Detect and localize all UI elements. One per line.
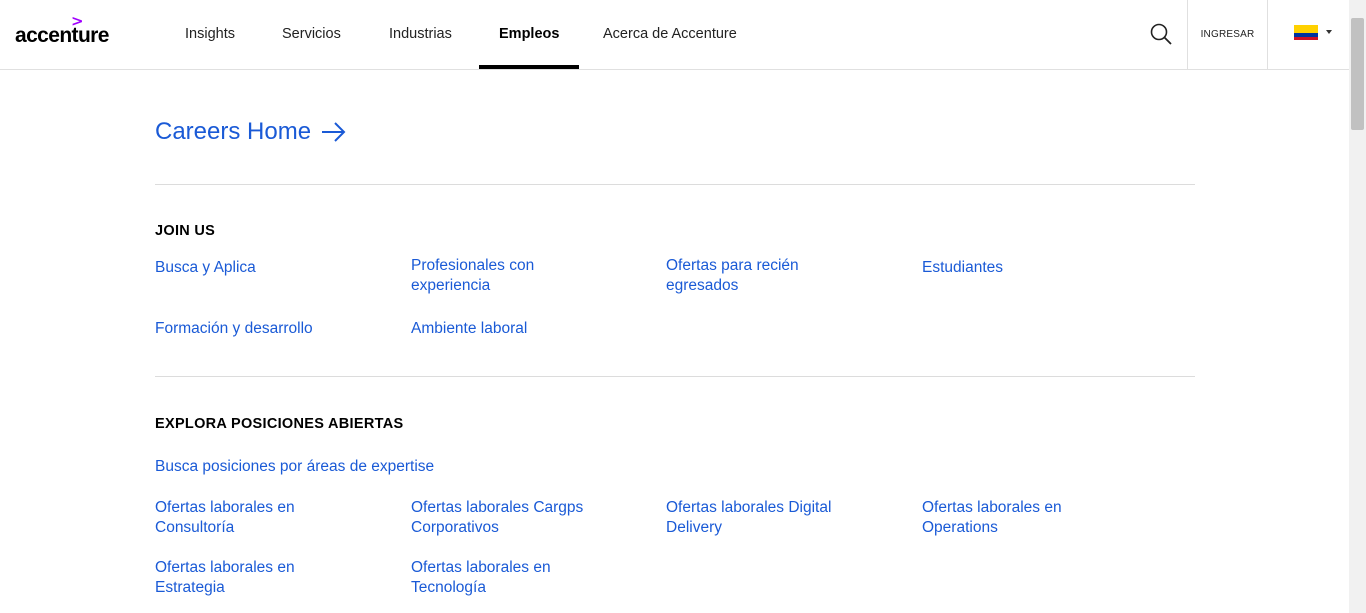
link-ofertas-tecnologia[interactable]: Ofertas laborales en Tecnología bbox=[411, 558, 611, 598]
careers-home-link[interactable]: Careers Home bbox=[155, 118, 347, 146]
link-formacion-y-desarrollo[interactable]: Formación y desarrollo bbox=[155, 319, 355, 339]
link-ofertas-digital-delivery[interactable]: Ofertas laborales Digital Delivery bbox=[666, 498, 866, 538]
link-ofertas-estrategia[interactable]: Ofertas laborales en Estrategia bbox=[155, 558, 355, 598]
link-ambiente-laboral[interactable]: Ambiente laboral bbox=[411, 319, 611, 339]
explora-posiciones-heading: EXPLORA POSICIONES ABIERTAS bbox=[155, 416, 404, 432]
link-ofertas-operations[interactable]: Ofertas laborales en Operations bbox=[922, 498, 1122, 538]
signin-button[interactable]: INGRESAR bbox=[1188, 0, 1267, 69]
careers-home-label: Careers Home bbox=[155, 118, 312, 145]
scrollbar-thumb[interactable] bbox=[1351, 18, 1364, 130]
join-us-heading: JOIN US bbox=[155, 223, 216, 239]
link-ofertas-recien-egresados[interactable]: Ofertas para recién egresados bbox=[666, 256, 866, 296]
arrow-right-icon bbox=[322, 122, 346, 142]
nav-acerca-de-accenture[interactable]: Acerca de Accenture bbox=[603, 0, 737, 69]
nav-servicios[interactable]: Servicios bbox=[282, 0, 341, 69]
active-nav-underline bbox=[479, 65, 579, 69]
colombia-flag-icon[interactable] bbox=[1294, 25, 1318, 40]
chevron-down-icon[interactable] bbox=[1326, 30, 1332, 34]
nav-empleos[interactable]: Empleos bbox=[499, 0, 559, 69]
link-ofertas-consultoria[interactable]: Ofertas laborales en Consultoría bbox=[155, 498, 355, 538]
link-ofertas-cargos-corporativos[interactable]: Ofertas laborales Cargps Corporativos bbox=[411, 498, 611, 538]
nav-insights[interactable]: Insights bbox=[185, 0, 235, 69]
page-scrollbar[interactable] bbox=[1349, 0, 1366, 613]
site-header: > accenture Insights Servicios Industria… bbox=[0, 0, 1349, 70]
header-divider bbox=[1267, 0, 1268, 69]
logo-text: accenture bbox=[15, 24, 109, 47]
section-divider bbox=[155, 376, 1195, 377]
link-busca-y-aplica[interactable]: Busca y Aplica bbox=[155, 258, 355, 278]
search-icon[interactable] bbox=[1149, 22, 1173, 46]
nav-industrias[interactable]: Industrias bbox=[389, 0, 452, 69]
link-estudiantes[interactable]: Estudiantes bbox=[922, 258, 1122, 278]
link-profesionales-con-experiencia[interactable]: Profesionales con experiencia bbox=[411, 256, 611, 296]
link-busca-por-expertise[interactable]: Busca posiciones por áreas de expertise bbox=[155, 457, 555, 477]
section-divider bbox=[155, 184, 1195, 185]
